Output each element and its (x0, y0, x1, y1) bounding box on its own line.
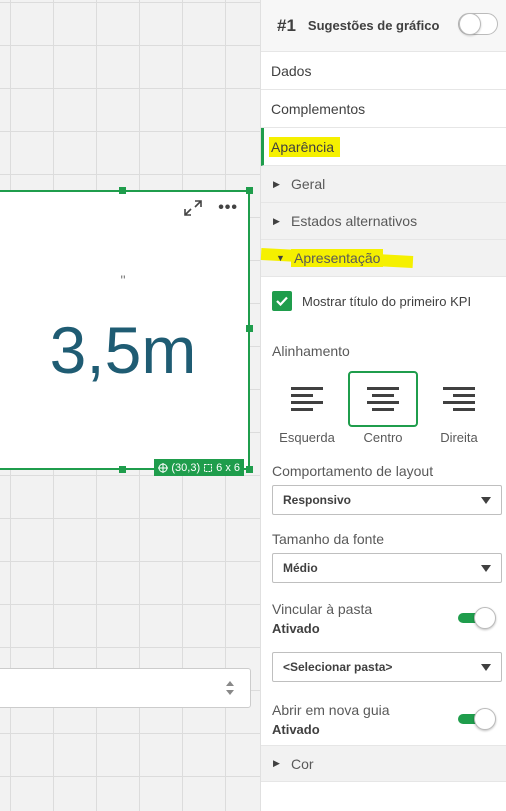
resize-icon (204, 463, 213, 472)
dropdown-caret-icon (481, 497, 491, 504)
check-icon (276, 296, 288, 306)
subsection-cor[interactable]: ▶ Cor (261, 745, 506, 782)
subsection-apresentacao[interactable]: ▼ Apresentação (261, 240, 506, 277)
font-size-label: Tamanho da fonte (272, 531, 385, 547)
align-right-box[interactable] (424, 371, 494, 427)
checkbox-checked[interactable] (272, 291, 292, 311)
subsection-label: Cor (291, 755, 314, 772)
align-center-label: Centro (363, 430, 403, 445)
new-tab-toggle[interactable] (458, 708, 496, 730)
spinner-icon[interactable] (224, 678, 236, 698)
chart-suggestions-toggle[interactable] (458, 13, 498, 35)
caret-right-icon: ▶ (273, 178, 280, 189)
link-sheet-label: Vincular à pasta (272, 601, 373, 617)
align-center-box[interactable] (348, 371, 418, 427)
position-size-badge: (30,3) 6 x 6 (154, 459, 244, 476)
panel-header: #1 Sugestões de gráfico (261, 0, 506, 52)
select-sheet-dropdown[interactable]: <Selecionar pasta> (272, 652, 502, 682)
caret-right-icon: ▶ (273, 758, 280, 768)
align-right-icon (443, 387, 475, 411)
alignment-label: Alinhamento (272, 343, 350, 359)
show-first-kpi-title-row[interactable]: Mostrar título do primeiro KPI (272, 291, 500, 311)
new-tab-state: Ativado (272, 722, 320, 737)
section-aparencia[interactable]: Aparência (261, 128, 506, 166)
expand-icon[interactable] (184, 200, 202, 216)
properties-panel: #1 Sugestões de gráfico Dados Complement… (260, 0, 506, 811)
font-size-select[interactable]: Médio (272, 553, 502, 583)
align-right-label: Direita (440, 430, 478, 445)
chart-suggestions-label: Sugestões de gráfico (307, 18, 440, 33)
section-label: Aparência (269, 136, 341, 157)
resize-handle[interactable] (119, 187, 126, 194)
align-center-button[interactable]: Centro (348, 371, 418, 445)
select-value: <Selecionar pasta> (283, 660, 393, 674)
toggle-knob (459, 13, 481, 35)
align-left-box[interactable] (272, 371, 342, 427)
select-value: Médio (283, 561, 318, 575)
section-label: Dados (271, 62, 312, 79)
link-sheet-row: Vincular à pasta Ativado (272, 601, 500, 636)
align-left-icon (291, 387, 323, 411)
resize-handle[interactable] (119, 466, 126, 473)
subsection-label: Geral (291, 176, 326, 192)
align-left-button[interactable]: Esquerda (272, 371, 342, 445)
kpi-value: 3,5m (49, 313, 197, 387)
new-tab-label: Abrir em nova guia (272, 702, 390, 718)
section-complementos[interactable]: Complementos (261, 90, 506, 128)
section-dados[interactable]: Dados (261, 52, 506, 90)
caret-down-icon: ▼ (276, 253, 285, 263)
sheet-canvas[interactable]: ••• '' 3,5m (30,3) 6 x 6 (0, 0, 260, 811)
select-value: Responsivo (283, 493, 352, 507)
align-center-icon (367, 387, 399, 411)
presentation-content: Mostrar título do primeiro KPI Alinhamen… (261, 291, 506, 737)
dropdown-caret-icon (481, 565, 491, 572)
dropdown-caret-icon (481, 664, 491, 671)
subsection-label: Apresentação (291, 249, 384, 267)
alignment-group: Esquerda Centro Direita (272, 371, 500, 445)
align-left-label: Esquerda (279, 430, 335, 445)
kpi-chart-object[interactable]: ••• '' 3,5m (30,3) 6 x 6 (0, 187, 253, 476)
subsection-geral[interactable]: ▶ Geral (261, 166, 506, 203)
position-text: (30,3) (171, 461, 201, 474)
checkbox-label: Mostrar título do primeiro KPI (302, 293, 472, 309)
toggle-knob (474, 607, 496, 629)
section-label: Complementos (271, 100, 366, 117)
resize-handle[interactable] (246, 466, 253, 473)
size-text: 6 x 6 (216, 461, 240, 474)
move-icon (158, 462, 169, 473)
caret-right-icon: ▶ (273, 215, 280, 226)
layout-behavior-label: Comportamento de layout (272, 463, 434, 479)
align-right-button[interactable]: Direita (424, 371, 494, 445)
link-sheet-toggle[interactable] (458, 607, 496, 629)
new-tab-row: Abrir em nova guia Ativado (272, 702, 500, 737)
link-sheet-state: Ativado (272, 621, 320, 636)
toggle-knob (474, 708, 496, 730)
more-options-icon[interactable]: ••• (218, 200, 238, 216)
kpi-title: '' (120, 272, 126, 288)
subsection-label: Estados alternativos (291, 213, 418, 229)
layout-behavior-select[interactable]: Responsivo (272, 485, 502, 515)
resize-handle[interactable] (246, 187, 253, 194)
canvas-input-field[interactable] (0, 668, 251, 708)
subsection-estados-alternativos[interactable]: ▶ Estados alternativos (261, 203, 506, 240)
object-number: #1 (277, 15, 296, 35)
